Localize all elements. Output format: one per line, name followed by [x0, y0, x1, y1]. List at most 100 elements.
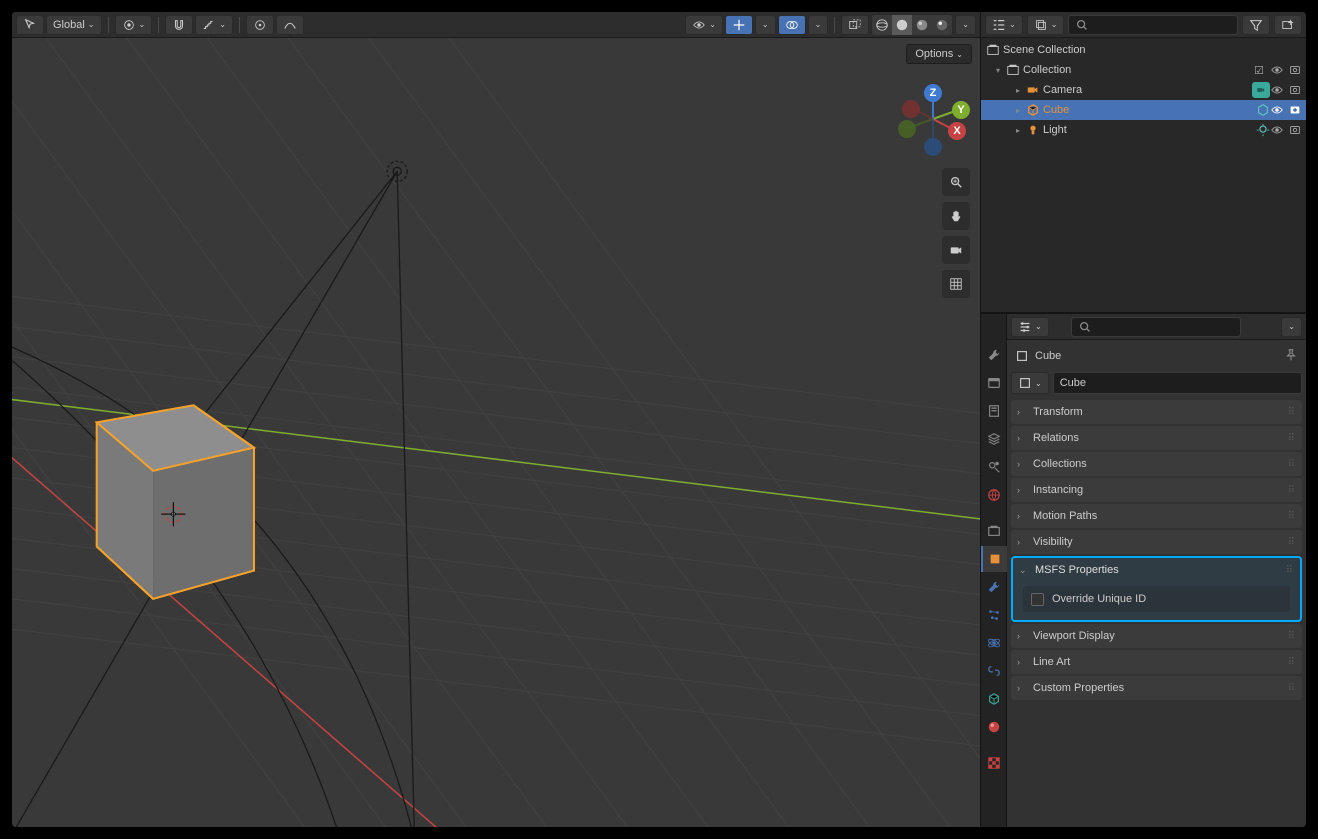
eye-icon[interactable] [1270, 123, 1284, 137]
data-mesh-icon [1256, 103, 1270, 117]
expand-icon[interactable]: ▾ [991, 66, 1005, 75]
panel-head[interactable]: ›Collections⠿ [1011, 452, 1302, 476]
panel-head[interactable]: ›Viewport Display⠿ [1011, 624, 1302, 648]
tab-texture[interactable] [981, 750, 1007, 776]
panel-head[interactable]: ⌄MSFS Properties⠿ [1013, 558, 1300, 582]
tab-scene[interactable] [981, 454, 1007, 480]
drag-handle-icon[interactable]: ⠿ [1288, 511, 1296, 522]
gizmo-y-axis[interactable]: Y [952, 101, 970, 119]
overlay-toggle[interactable] [778, 15, 806, 35]
drag-handle-icon[interactable]: ⠿ [1286, 565, 1294, 576]
xray-toggle[interactable] [841, 15, 869, 35]
eye-icon[interactable] [1270, 83, 1284, 97]
eye-icon[interactable] [1270, 103, 1284, 117]
gizmo-neg-x[interactable] [902, 100, 920, 118]
tab-output[interactable] [981, 398, 1007, 424]
panel-head[interactable]: ›Line Art⠿ [1011, 650, 1302, 674]
tab-world[interactable] [981, 482, 1007, 508]
gizmo-neg-z[interactable] [924, 138, 942, 156]
tab-render[interactable] [981, 370, 1007, 396]
outliner-search[interactable] [1068, 15, 1238, 35]
expand-icon[interactable]: ▸ [1011, 86, 1025, 95]
perspective-toggle-button[interactable] [942, 270, 970, 298]
panel-head[interactable]: ›Custom Properties⠿ [1011, 676, 1302, 700]
options-dropdown[interactable]: Options ⌄ [906, 44, 972, 64]
tab-viewlayer[interactable] [981, 426, 1007, 452]
shading-wireframe[interactable] [872, 15, 892, 35]
wrench-icon [987, 580, 1001, 594]
tree-collection[interactable]: ▾ Collection ☑ [981, 60, 1306, 80]
checkbox[interactable] [1031, 593, 1044, 606]
panel-head[interactable]: ›Relations⠿ [1011, 426, 1302, 450]
drag-handle-icon[interactable]: ⠿ [1288, 683, 1296, 694]
properties-options-dropdown[interactable]: ⌄ [1011, 317, 1049, 337]
nav-gizmo[interactable]: Z Y X [896, 82, 970, 156]
outliner-mode-dropdown[interactable]: ⌄ [985, 15, 1023, 35]
expand-icon[interactable]: ▸ [1011, 106, 1025, 115]
panel-head[interactable]: ›Transform⠿ [1011, 400, 1302, 424]
render-icon[interactable] [1288, 83, 1302, 97]
tab-collection[interactable] [981, 518, 1007, 544]
tab-modifiers[interactable] [981, 574, 1007, 600]
tree-item-cube[interactable]: ▸ Cube [981, 100, 1306, 120]
drag-handle-icon[interactable]: ⠿ [1288, 631, 1296, 642]
tree-item-light[interactable]: ▸ Light [981, 120, 1306, 140]
drag-handle-icon[interactable]: ⠿ [1288, 537, 1296, 548]
drag-handle-icon[interactable]: ⠿ [1288, 433, 1296, 444]
tab-tool[interactable] [981, 342, 1007, 368]
viewport-3d[interactable]: Options ⌄ Z Y X [12, 38, 980, 827]
pin-button[interactable] [1284, 348, 1298, 365]
visibility-dropdown[interactable]: ⌄ [685, 15, 723, 35]
snap-toggle[interactable] [165, 15, 193, 35]
proportional-falloff-dropdown[interactable] [276, 15, 304, 35]
panel-head[interactable]: ›Instancing⠿ [1011, 478, 1302, 502]
object-name-field[interactable]: Cube [1053, 372, 1302, 394]
properties-extra-dropdown[interactable]: ⌄ [1281, 317, 1302, 337]
gizmo-z-axis[interactable]: Z [924, 84, 942, 102]
tree-scene-collection[interactable]: Scene Collection [981, 40, 1306, 60]
snap-mode-dropdown[interactable]: ⌄ [195, 15, 233, 35]
shading-rendered[interactable] [932, 15, 952, 35]
tab-data[interactable] [981, 686, 1007, 712]
tree-item-camera[interactable]: ▸ Camera [981, 80, 1306, 100]
shading-options-dropdown[interactable]: ⌄ [955, 15, 976, 35]
camera-view-button[interactable] [942, 236, 970, 264]
pivot-dropdown[interactable]: ⌄ [115, 15, 153, 35]
render-icon[interactable] [1288, 103, 1302, 117]
pan-button[interactable] [942, 202, 970, 230]
object-type-dropdown[interactable]: ⌄ [1011, 372, 1049, 394]
drag-handle-icon[interactable]: ⠿ [1288, 657, 1296, 668]
gizmo-toggle[interactable] [725, 15, 753, 35]
tab-material[interactable] [981, 714, 1007, 740]
outliner-display-dropdown[interactable]: ⌄ [1027, 15, 1065, 35]
cursor-mode-dropdown[interactable] [16, 15, 44, 35]
drag-handle-icon[interactable]: ⠿ [1288, 407, 1296, 418]
zoom-button[interactable] [942, 168, 970, 196]
tab-physics[interactable] [981, 630, 1007, 656]
gizmo-x-axis[interactable]: X [948, 122, 966, 140]
tab-particles[interactable] [981, 602, 1007, 628]
overlay-dropdown[interactable]: ⌄ [808, 15, 829, 35]
outliner-filter-button[interactable] [1242, 15, 1270, 35]
gizmo-dropdown[interactable]: ⌄ [755, 15, 776, 35]
render-icon[interactable] [1288, 123, 1302, 137]
shading-material[interactable] [912, 15, 932, 35]
override-unique-id-row[interactable]: Override Unique ID [1023, 586, 1290, 612]
panel-head[interactable]: ›Motion Paths⠿ [1011, 504, 1302, 528]
outliner-new-collection-button[interactable] [1274, 15, 1302, 35]
tab-object[interactable] [981, 546, 1007, 572]
orientation-dropdown[interactable]: Global ⌄ [46, 15, 102, 35]
properties-search[interactable] [1071, 317, 1241, 337]
panel-head[interactable]: ›Visibility⠿ [1011, 530, 1302, 554]
checkbox-icon[interactable]: ☑ [1252, 63, 1266, 77]
eye-icon[interactable] [1270, 63, 1284, 77]
shading-solid[interactable] [892, 15, 912, 35]
drag-handle-icon[interactable]: ⠿ [1288, 459, 1296, 470]
proportional-edit-toggle[interactable] [246, 15, 274, 35]
drag-handle-icon[interactable]: ⠿ [1288, 485, 1296, 496]
gizmo-neg-y[interactable] [898, 120, 916, 138]
tab-constraints[interactable] [981, 658, 1007, 684]
render-icon[interactable] [1288, 63, 1302, 77]
expand-icon[interactable]: ▸ [1011, 126, 1025, 135]
separator [239, 17, 240, 33]
